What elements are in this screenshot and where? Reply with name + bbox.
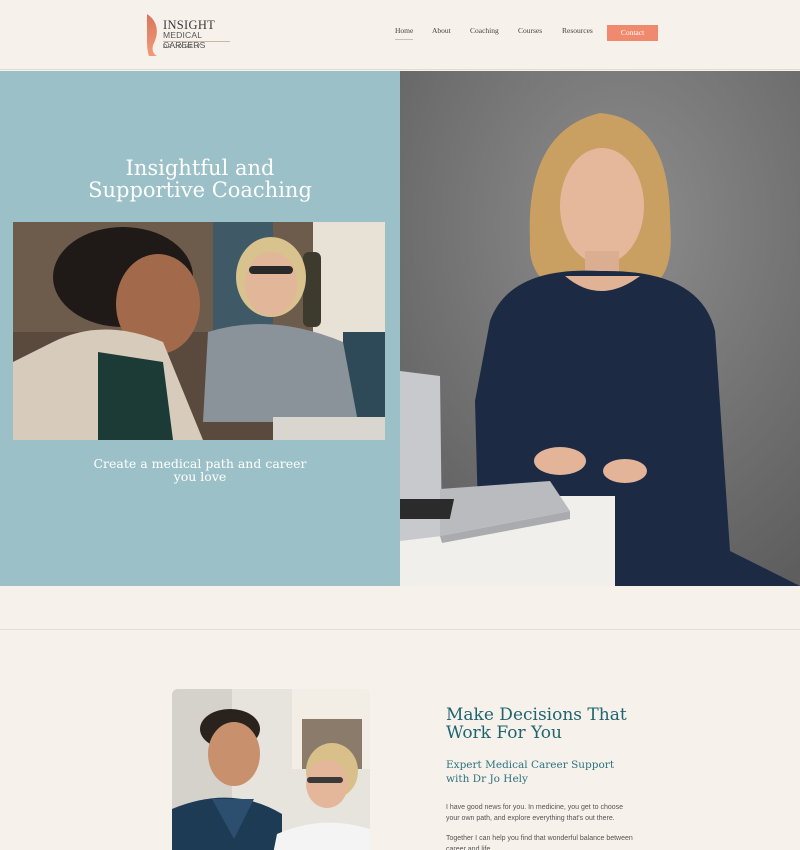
nav-courses[interactable]: Courses: [518, 26, 542, 35]
nav-home[interactable]: Home: [395, 26, 414, 40]
portrait-image: [400, 71, 800, 586]
nav-coaching[interactable]: Coaching: [470, 26, 499, 35]
logo-mark-icon: [147, 14, 157, 56]
hero-portrait-photo: [400, 71, 800, 586]
nav-resources[interactable]: Resources: [562, 26, 593, 35]
site-logo[interactable]: INSIGHT MEDICAL CAREERS DR JO HELY: [146, 12, 246, 58]
hero-title-line-2: Supportive Coaching: [88, 178, 312, 202]
section-subtitle-line-1: Expert Medical Career Support: [446, 759, 615, 771]
section-subtitle: Expert Medical Career Support with Dr Jo…: [446, 758, 646, 786]
section-title-line-2: Work For You: [446, 723, 562, 743]
logo-byline: DR JO HELY: [163, 44, 201, 50]
section-title: Make Decisions That Work For You: [446, 706, 666, 742]
section-title-line-1: Make Decisions That: [446, 705, 627, 725]
hero-coaching-photo: [13, 222, 385, 440]
section-paragraph-2: Together I can help you find that wonder…: [446, 835, 633, 850]
site-header: INSIGHT MEDICAL CAREERS DR JO HELY Home …: [0, 0, 800, 70]
hero-subtitle-line-2: you love: [173, 469, 227, 484]
hero-title: Insightful and Supportive Coaching: [0, 157, 400, 201]
hero-subtitle: Create a medical path and career you lov…: [0, 457, 400, 483]
coaching-photo-image: [13, 222, 385, 440]
doctors-photo-image: [172, 689, 370, 850]
contact-button[interactable]: Contact: [607, 25, 658, 41]
hero-title-line-1: Insightful and: [125, 156, 275, 180]
section-doctors-photo: [172, 689, 370, 850]
nav-about[interactable]: About: [432, 26, 451, 35]
section-subtitle-line-2: with Dr Jo Hely: [446, 773, 528, 785]
logo-divider: [163, 41, 230, 42]
section-paragraph-1: I have good news for you. In medicine, y…: [446, 804, 624, 822]
section-divider: [0, 629, 800, 630]
